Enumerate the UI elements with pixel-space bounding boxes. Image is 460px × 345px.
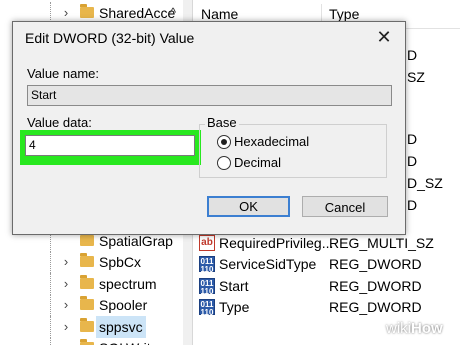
value-type: REG_DWORD xyxy=(329,299,422,315)
type-peek: D xyxy=(407,197,418,213)
value-name-field: Start xyxy=(27,85,392,106)
folder-icon xyxy=(80,275,94,289)
type-peek: D_SZ xyxy=(407,175,443,191)
hexadecimal-label[interactable]: Hexadecimal xyxy=(234,134,309,149)
tree-item-sqlwriter[interactable]: SQLWriter xyxy=(0,337,192,345)
tree-guide xyxy=(50,273,51,295)
value-name-label: Value name: xyxy=(27,66,100,81)
list-item[interactable]: 011 110 Start REG_DWORD xyxy=(193,275,460,297)
decimal-radio[interactable] xyxy=(217,156,231,170)
value-name: Start xyxy=(219,278,249,294)
string-value-icon: ab xyxy=(199,235,215,251)
wikihow-watermark: wikiHow xyxy=(386,320,443,337)
tree-guide xyxy=(50,251,51,273)
dialog-title: Edit DWORD (32-bit) Value xyxy=(25,30,195,46)
list-item[interactable]: 011 110 Type REG_DWORD xyxy=(193,296,460,318)
tree-item-spbcx[interactable]: › SpbCx xyxy=(0,251,192,273)
tree-guide xyxy=(50,294,51,316)
folder-icon xyxy=(80,296,94,310)
tree-item-sppsvc[interactable]: › sppsvc xyxy=(0,316,192,338)
tree-item-label: spectrum xyxy=(99,276,157,292)
chevron-right-icon[interactable]: › xyxy=(60,251,72,273)
chevron-right-icon[interactable]: › xyxy=(60,294,72,316)
value-data-highlight: 4 xyxy=(20,130,201,165)
tree-item-label: SpbCx xyxy=(99,254,142,270)
value-type: REG_DWORD xyxy=(329,278,422,294)
tree-item-label: Spooler xyxy=(99,297,148,313)
value-type: REG_DWORD xyxy=(329,256,422,272)
list-item[interactable]: ab RequiredPrivileg... REG_MULTI_SZ xyxy=(193,232,460,254)
tree-guide xyxy=(50,337,51,345)
folder-icon xyxy=(80,4,94,18)
list-item[interactable]: 011 110 ServiceSidType REG_DWORD xyxy=(193,253,460,275)
tree-item-spectrum[interactable]: › spectrum xyxy=(0,273,192,295)
chevron-right-icon[interactable]: › xyxy=(60,316,72,338)
close-icon[interactable]: ✕ xyxy=(373,26,395,48)
binary-value-icon: 011 110 xyxy=(199,299,215,317)
edit-dword-dialog: Edit DWORD (32-bit) Value ✕ Value name: … xyxy=(12,21,406,235)
type-peek: D xyxy=(407,131,418,147)
type-peek: D xyxy=(407,153,418,169)
value-data-label: Value data: xyxy=(27,115,92,130)
base-label: Base xyxy=(205,115,239,130)
value-data-input[interactable]: 4 xyxy=(25,135,195,156)
chevron-right-icon[interactable]: › xyxy=(60,273,72,295)
ok-button[interactable]: OK xyxy=(207,196,290,217)
binary-value-icon: 011 110 xyxy=(199,256,215,274)
tree-item-spooler[interactable]: › Spooler xyxy=(0,294,192,316)
type-peek: SZ xyxy=(407,69,425,85)
base-groupbox xyxy=(199,124,387,178)
value-name: Type xyxy=(219,299,250,315)
value-name: RequiredPrivileg... xyxy=(219,235,334,251)
cancel-button[interactable]: Cancel xyxy=(302,196,388,217)
folder-icon xyxy=(80,232,94,246)
tree-item-label: SQLWriter xyxy=(99,337,163,345)
binary-value-icon: 011 110 xyxy=(199,278,215,296)
tree-guide xyxy=(50,316,51,338)
value-name: ServiceSidType xyxy=(219,256,317,272)
tree-item-label: sppsvc xyxy=(96,316,146,338)
decimal-label[interactable]: Decimal xyxy=(234,155,281,170)
type-peek: D xyxy=(407,47,418,63)
hexadecimal-radio[interactable] xyxy=(217,135,231,149)
value-type: REG_MULTI_SZ xyxy=(329,235,434,251)
folder-icon xyxy=(80,318,94,332)
folder-icon xyxy=(80,253,94,267)
